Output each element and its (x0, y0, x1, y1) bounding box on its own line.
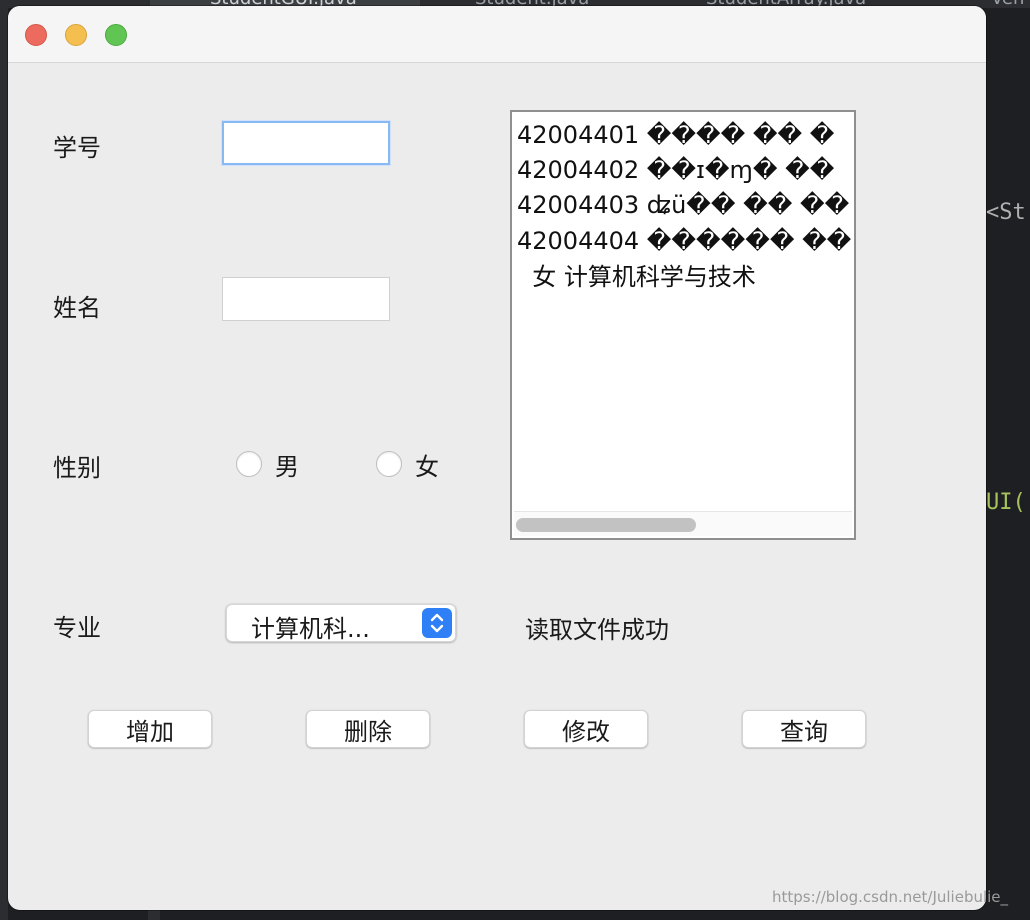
watermark: https://blog.csdn.net/Juliebulie_ (772, 888, 1009, 906)
status-message: 读取文件成功 (525, 616, 669, 644)
modify-button[interactable]: 修改 (524, 710, 648, 748)
horizontal-scrollbar[interactable] (514, 511, 852, 536)
record-line: 42004401 ���� �� � (517, 121, 835, 149)
radio-button-male[interactable] (236, 451, 262, 477)
major-selected-value: 计算机科... (251, 615, 370, 643)
close-window-button[interactable] (25, 24, 47, 46)
radio-button-female[interactable] (376, 451, 402, 477)
record-line: 女 计算机科学与技术 (517, 263, 756, 291)
student-manager-window: 学号 姓名 性别 男 女 专业 计算机科... 42004401 ���� ��… (8, 6, 986, 910)
maximize-window-button[interactable] (105, 24, 127, 46)
student-id-input[interactable] (222, 121, 390, 165)
record-line: 42004403 ʥü�� �� �� (517, 191, 850, 219)
ide-project-gutter (0, 8, 8, 920)
gender-male-label: 男 (275, 452, 299, 481)
gender-female-label: 女 (415, 452, 439, 481)
delete-button[interactable]: 删除 (306, 710, 430, 748)
gender-option-male[interactable]: 男 (236, 449, 299, 481)
gender-option-female[interactable]: 女 (376, 449, 439, 481)
code-fragment: UI( (986, 490, 1026, 515)
query-button[interactable]: 查询 (742, 710, 866, 748)
records-text-area[interactable]: 42004401 ���� �� � 42004402 ��ɪ�ɱ� �� 42… (510, 110, 856, 540)
name-label: 姓名 (53, 294, 101, 322)
ide-code-editor: <St UI( (986, 8, 1030, 920)
student-id-label: 学号 (53, 134, 101, 162)
gender-label: 性别 (53, 454, 101, 482)
code-fragment: <St (986, 200, 1026, 225)
name-input[interactable] (222, 277, 390, 321)
major-select[interactable]: 计算机科... (226, 604, 456, 643)
record-line: 42004402 ��ɪ�ɱ� �� (517, 156, 835, 184)
major-label: 专业 (53, 614, 101, 642)
scrollbar-thumb[interactable] (516, 518, 696, 532)
record-line: 42004404 ������ �� (517, 227, 852, 255)
title-bar (8, 6, 986, 63)
add-button[interactable]: 增加 (88, 710, 212, 748)
minimize-window-button[interactable] (65, 24, 87, 46)
updown-chevron-icon[interactable] (422, 608, 452, 638)
ide-tab-label: Ven (991, 0, 1024, 8)
